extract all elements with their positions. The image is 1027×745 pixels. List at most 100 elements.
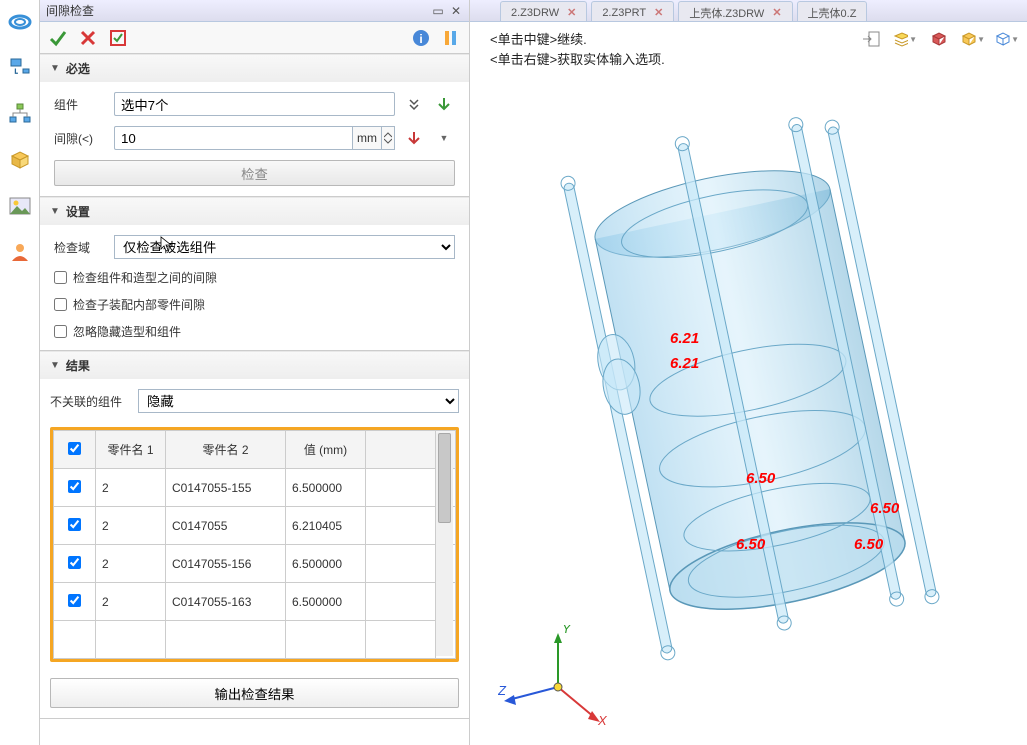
document-tab[interactable]: 上壳体0.Z (797, 1, 868, 21)
vp-wireframe-icon[interactable]: ▼ (995, 28, 1019, 50)
domain-label: 检查域 (54, 239, 106, 256)
picture-icon[interactable] (6, 192, 34, 220)
check-button[interactable]: 检查 (54, 160, 455, 186)
cell-part1: 2 (96, 545, 166, 583)
table-row[interactable]: 2 C0147055-163 6.500000 (54, 583, 456, 621)
dimension-label: 6.50 (736, 536, 765, 553)
document-tab[interactable]: 2.Z3PRT ✕ (591, 1, 674, 21)
dimension-label: 6.50 (854, 536, 883, 553)
section-settings: ▼ 设置 检查域 仅检查被选组件 检查组件和造型之间的间隙 检查子装配内部零件间… (40, 197, 469, 351)
coordinate-axes: Y X Z (498, 625, 598, 725)
document-tab[interactable]: 上壳体.Z3DRW ✕ (678, 1, 792, 21)
table-row[interactable]: 2 C0147055 6.210405 (54, 507, 456, 545)
svg-text:┗: ┗ (13, 68, 18, 78)
row-checkbox[interactable] (68, 594, 81, 607)
row-checkbox[interactable] (68, 556, 81, 569)
component-dropdown-icon[interactable] (403, 93, 425, 115)
viewport-toolbar: ▼ ▼ ▼ (859, 28, 1019, 50)
cell-part1: 2 (96, 469, 166, 507)
ok-button[interactable] (46, 26, 70, 50)
cell-part2: C0147055 (166, 507, 286, 545)
tab-close-icon[interactable]: ✕ (768, 6, 781, 19)
table-scrollbar[interactable] (435, 433, 453, 656)
results-table: 零件名 1 零件名 2 值 (mm) 2 C0147055-155 6.5000… (50, 427, 459, 662)
chevron-down-icon: ▼ (50, 63, 60, 74)
unassoc-label: 不关联的组件 (50, 393, 130, 410)
cell-part1: 2 (96, 583, 166, 621)
torus-icon[interactable] (6, 8, 34, 36)
cell-part2: C0147055-156 (166, 545, 286, 583)
gap-unit: mm (353, 126, 382, 150)
domain-select[interactable]: 仅检查被选组件 (114, 235, 455, 259)
table-row[interactable]: 2 C0147055-156 6.500000 (54, 545, 456, 583)
section-settings-header[interactable]: ▼ 设置 (40, 197, 469, 225)
panel-title: 间隙检查 (46, 2, 94, 19)
row-checkbox[interactable] (68, 518, 81, 531)
document-tabs: 2.Z3DRW ✕ 2.Z3PRT ✕ 上壳体.Z3DRW ✕ 上壳体0.Z (470, 0, 1027, 22)
info-button[interactable]: i (409, 26, 433, 50)
3d-viewport[interactable]: 2.Z3DRW✕2.Z3PRT✕上壳体.Z3DRW✕上壳体0.Z ▼ ▼ ▼ <… (470, 0, 1027, 745)
options-button[interactable] (439, 26, 463, 50)
table-header-row: 零件名 1 零件名 2 值 (mm) (54, 431, 456, 469)
spinner-down-icon[interactable] (384, 138, 392, 144)
gap-label: 间隙(<) (54, 130, 106, 147)
clearance-check-panel: 间隙检查 ▭ ✕ i ▼ 必选 (40, 0, 470, 745)
assembly-tree-icon[interactable]: ┗ (6, 54, 34, 82)
scroll-thumb[interactable] (438, 433, 451, 523)
box-icon[interactable] (6, 146, 34, 174)
dimension-label: 6.21 (670, 355, 699, 372)
gap-input[interactable] (114, 126, 353, 150)
chevron-down-icon: ▼ (50, 206, 60, 217)
vp-cube-icon[interactable] (927, 28, 951, 50)
component-input[interactable] (114, 92, 395, 116)
unassoc-select[interactable]: 隐藏 (138, 389, 459, 413)
opt-check-model-gap[interactable]: 检查组件和造型之间的间隙 (54, 269, 455, 286)
tab-label: 2.Z3PRT (602, 7, 646, 19)
cell-value: 6.210405 (286, 507, 366, 545)
gap-dropdown-icon[interactable]: ▼ (433, 127, 455, 149)
cell-value: 6.500000 (286, 469, 366, 507)
section-results-header[interactable]: ▼ 结果 (40, 351, 469, 379)
svg-text:X: X (597, 713, 608, 728)
export-results-button[interactable]: 输出检查结果 (50, 678, 459, 708)
select-all-checkbox[interactable] (68, 442, 81, 455)
dimension-label: 6.50 (870, 500, 899, 517)
opt-check-subasm[interactable]: 检查子装配内部零件间隙 (54, 296, 455, 313)
document-tab[interactable]: 2.Z3DRW ✕ (500, 1, 587, 21)
cancel-button[interactable] (76, 26, 100, 50)
cell-value: 6.500000 (286, 545, 366, 583)
panel-title-bar: 间隙检查 ▭ ✕ (40, 0, 469, 22)
dimension-label: 6.21 (670, 330, 699, 347)
command-bar: i (40, 22, 469, 54)
row-checkbox[interactable] (68, 480, 81, 493)
vp-layers-icon[interactable]: ▼ (893, 28, 917, 50)
tab-label: 上壳体0.Z (808, 5, 857, 21)
cell-part2: C0147055-163 (166, 583, 286, 621)
tab-label: 上壳体.Z3DRW (689, 5, 764, 21)
table-row[interactable]: 2 C0147055-155 6.500000 (54, 469, 456, 507)
cell-part2: C0147055-155 (166, 469, 286, 507)
left-icon-bar: ┗ (0, 0, 40, 745)
opt-ignore-hidden[interactable]: 忽略隐藏造型和组件 (54, 323, 455, 340)
hierarchy-icon[interactable] (6, 100, 34, 128)
panel-pin-icon[interactable]: ▭ (431, 4, 445, 18)
cell-value: 6.500000 (286, 583, 366, 621)
chevron-down-icon: ▼ (50, 360, 60, 371)
apply-button[interactable] (106, 26, 130, 50)
gap-pick-icon[interactable] (403, 127, 425, 149)
svg-text:Y: Y (562, 625, 572, 636)
tab-close-icon[interactable]: ✕ (563, 6, 576, 19)
section-required: ▼ 必选 组件 间隙(<) mm (40, 54, 469, 197)
tab-label: 2.Z3DRW (511, 7, 559, 19)
section-results: ▼ 结果 不关联的组件 隐藏 零件名 1 零件名 2 (40, 351, 469, 719)
component-label: 组件 (54, 96, 106, 113)
section-required-header[interactable]: ▼ 必选 (40, 54, 469, 82)
vp-inject-icon[interactable] (859, 28, 883, 50)
panel-close-icon[interactable]: ✕ (449, 4, 463, 18)
dimension-label: 6.50 (746, 470, 775, 487)
tab-close-icon[interactable]: ✕ (650, 6, 663, 19)
svg-text:i: i (419, 32, 422, 46)
vp-golden-cube-icon[interactable]: ▼ (961, 28, 985, 50)
person-icon[interactable] (6, 238, 34, 266)
component-pick-icon[interactable] (433, 93, 455, 115)
